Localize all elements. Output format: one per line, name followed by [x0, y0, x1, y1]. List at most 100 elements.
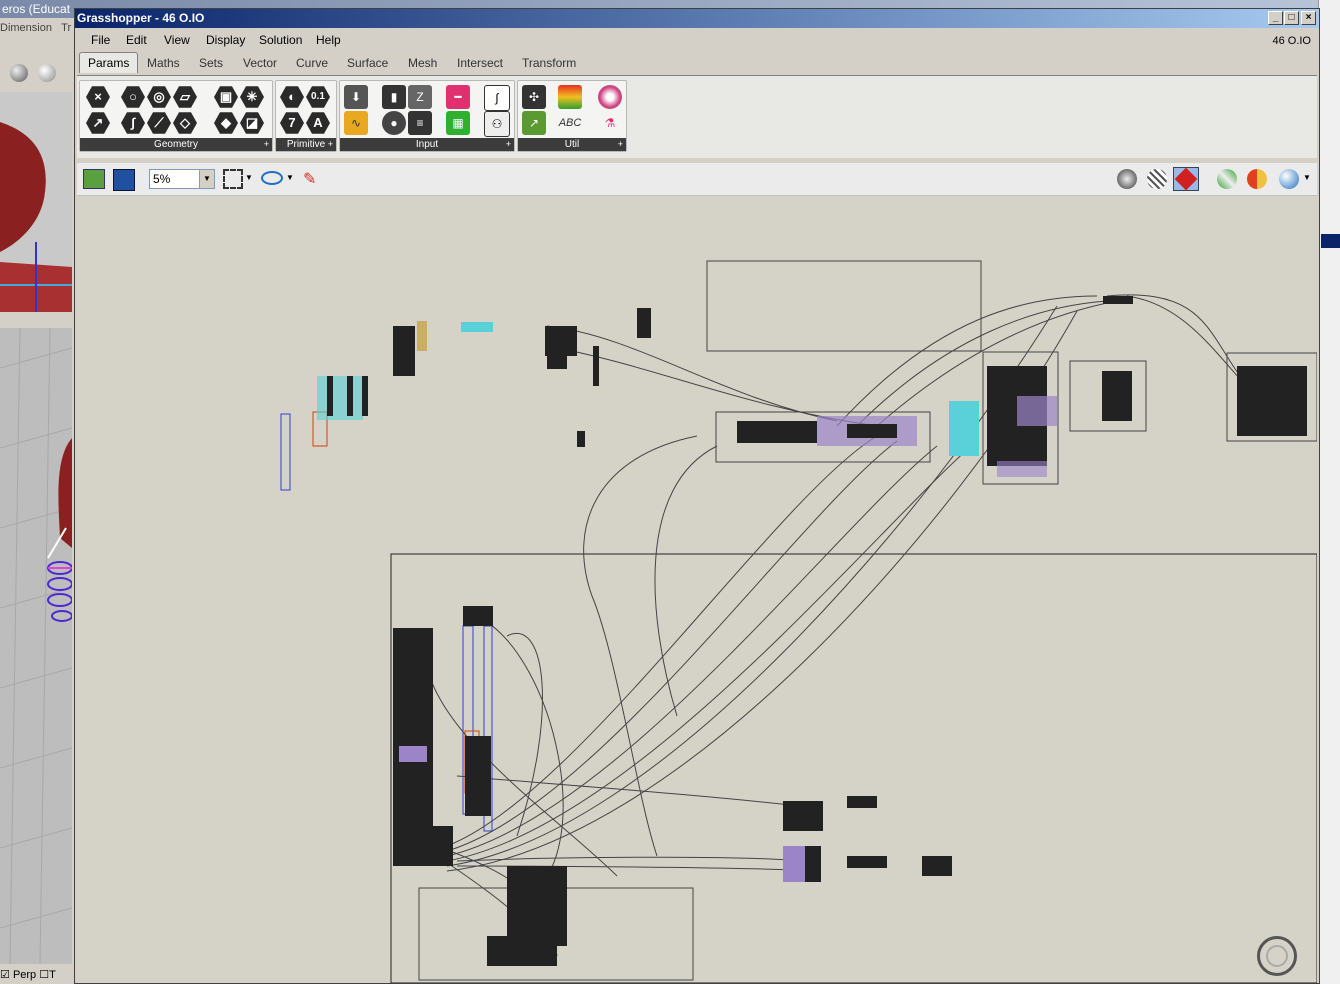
rhino-menubar: Dimension Tr [0, 19, 76, 37]
digit-scroller-icon[interactable]: Z [408, 85, 432, 109]
geometry-param-icon[interactable]: ◪ [240, 112, 264, 134]
rhino-viewport-top[interactable] [0, 92, 72, 312]
group-box [706, 260, 982, 352]
panel-geometry: × ↗ ○ ◎ ▱ ∫ ⟋ ◇ ▣ ✳ ◆ ◪ Geometry + [79, 80, 273, 152]
menu-help[interactable]: Help [316, 33, 341, 47]
menu-file[interactable]: File [91, 33, 110, 47]
tab-surface[interactable]: Surface [347, 53, 388, 73]
sphere-preview-icon[interactable] [1279, 169, 1299, 189]
value-list-icon[interactable]: ≡ [408, 111, 432, 135]
menu-solution[interactable]: Solution [259, 33, 302, 47]
tab-mesh[interactable]: Mesh [408, 53, 437, 73]
slider-icon[interactable]: ━ [446, 85, 470, 109]
shaded-preview-button[interactable] [1173, 167, 1199, 191]
minimize-button[interactable]: _ [1268, 11, 1283, 25]
swatch-icon[interactable]: ▦ [446, 111, 470, 135]
zoom-extents-icon[interactable] [223, 169, 243, 189]
tab-maths[interactable]: Maths [147, 53, 180, 73]
graph-mapper-icon[interactable]: ∿ [344, 111, 368, 135]
point-param-icon[interactable]: × [86, 86, 110, 108]
string-param-icon[interactable]: A [306, 112, 330, 134]
rhino-viewport-perspective[interactable] [0, 328, 72, 964]
render-sphere-icon[interactable] [38, 64, 56, 82]
perp-checkbox[interactable]: ☑ [0, 969, 10, 981]
mesh-param-icon[interactable]: ✳ [240, 86, 264, 108]
cluster-icon[interactable] [598, 85, 622, 109]
tab-sets[interactable]: Sets [199, 53, 223, 73]
panel-label-util[interactable]: Util + [518, 138, 626, 151]
definition-canvas[interactable] [77, 196, 1317, 983]
wireframe-preview-icon[interactable] [1147, 169, 1167, 189]
panel-input: ⬇ ∿ ▮ ● Z ≡ ━ ▦ ∫ ⚇ Input + [339, 80, 515, 152]
menu-view[interactable]: View [164, 33, 190, 47]
chevron-down-icon[interactable]: ▼ [286, 173, 294, 182]
save-file-icon[interactable] [113, 169, 135, 191]
close-button[interactable]: × [1301, 11, 1316, 25]
gradient-icon[interactable] [558, 85, 582, 109]
surface-param-icon[interactable]: ◇ [173, 112, 197, 134]
shaded-preview-icon [1174, 167, 1198, 191]
color-preview-icon[interactable] [1247, 169, 1267, 189]
expand-icon[interactable]: + [618, 138, 623, 151]
eye-icon[interactable] [261, 171, 283, 185]
curve-param-icon[interactable]: ∫ [121, 112, 145, 134]
data-recorder-icon[interactable]: ↗ [522, 111, 546, 135]
version-label: 46 O.IO [1272, 35, 1311, 47]
expand-icon[interactable]: + [506, 138, 511, 151]
rhino-menu-tr[interactable]: Tr [61, 22, 71, 34]
navigator-inner [1266, 945, 1288, 967]
menu-display[interactable]: Display [206, 33, 245, 47]
tab-intersect[interactable]: Intersect [457, 53, 503, 73]
import-icon[interactable]: ⬇ [344, 85, 368, 109]
chevron-down-icon[interactable]: ▼ [245, 173, 253, 182]
tab-vector[interactable]: Vector [243, 53, 277, 73]
expand-icon[interactable]: + [328, 138, 333, 151]
zoom-select[interactable]: 5% ▼ [149, 169, 215, 189]
preview-off-icon[interactable] [1117, 169, 1137, 189]
selected-row[interactable] [1321, 234, 1340, 248]
rhino-right-panel [1318, 0, 1340, 984]
panel-primitive: ◐ 0.1 7 A Primitive + [275, 80, 337, 152]
open-file-icon[interactable] [83, 169, 105, 189]
line-param-icon[interactable]: ⟋ [147, 112, 171, 134]
selected-preview-icon[interactable] [1217, 169, 1237, 189]
tab-curve[interactable]: Curve [296, 53, 328, 73]
button-icon[interactable]: ● [382, 111, 406, 135]
toggle-icon[interactable]: ▮ [382, 85, 406, 109]
circle-param-icon[interactable]: ○ [121, 86, 145, 108]
perspective-grid [0, 328, 72, 964]
panel-util: ✣ ↗ ABC ⚗ Util + [517, 80, 627, 152]
number-param-icon[interactable]: 0.1 [306, 86, 330, 108]
boolean-param-icon[interactable]: ◐ [280, 86, 304, 108]
brep-param-icon[interactable]: ◆ [214, 112, 238, 134]
t-checkbox[interactable]: ☐ [39, 969, 49, 981]
sphere-icon[interactable] [10, 64, 28, 82]
chevron-down-icon[interactable]: ▼ [199, 170, 214, 188]
maximize-button[interactable]: □ [1284, 11, 1299, 25]
data-tree-icon[interactable]: ✣ [522, 85, 546, 109]
box-param-icon[interactable]: ▣ [214, 86, 238, 108]
camera-icon[interactable]: ⚇ [484, 111, 510, 137]
tab-transform[interactable]: Transform [522, 53, 576, 73]
rhino-menu-dimension[interactable]: Dimension [0, 22, 52, 34]
vector-param-icon[interactable]: ↗ [86, 112, 110, 134]
panel-label-primitive[interactable]: Primitive + [276, 138, 336, 151]
plane-param-icon[interactable]: ▱ [173, 86, 197, 108]
integer-param-icon[interactable]: 7 [280, 112, 304, 134]
panel-label-geometry[interactable]: Geometry + [80, 138, 272, 151]
canvas-navigator-icon[interactable] [1257, 936, 1297, 976]
component-tabs: Params Maths Sets Vector Curve Surface M… [75, 52, 1319, 75]
tab-params[interactable]: Params [79, 52, 139, 73]
title-bar[interactable]: Grasshopper - 46 O.IO _ □ × [75, 9, 1319, 28]
arc-param-icon[interactable]: ◎ [147, 86, 171, 108]
text-tag-icon[interactable]: ABC [558, 111, 582, 135]
bezier-graph-icon[interactable]: ∫ [484, 85, 510, 111]
chevron-down-icon[interactable]: ▼ [1303, 173, 1311, 182]
expand-icon[interactable]: + [264, 138, 269, 151]
sketch-icon[interactable]: ✎ [303, 169, 323, 189]
flask-icon[interactable]: ⚗ [598, 111, 622, 135]
panel-label-input[interactable]: Input + [340, 138, 514, 151]
t-label: T [49, 969, 56, 981]
menu-edit[interactable]: Edit [126, 33, 147, 47]
component-ribbon: × ↗ ○ ◎ ▱ ∫ ⟋ ◇ ▣ ✳ ◆ ◪ Geometry + ◐ 0.1 … [77, 75, 1317, 158]
